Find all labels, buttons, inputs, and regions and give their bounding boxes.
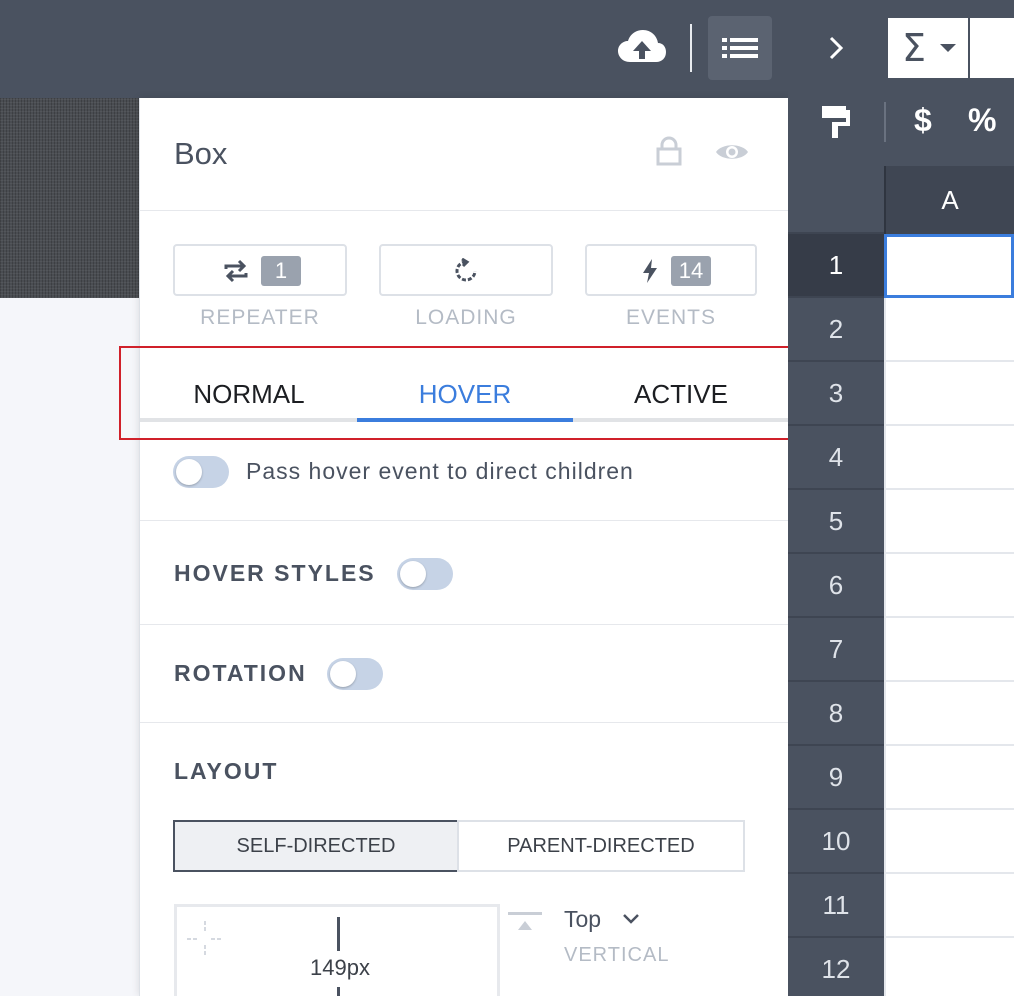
cell[interactable] — [884, 746, 1014, 810]
lightning-icon — [643, 259, 657, 283]
column-header-a[interactable]: A — [884, 166, 1014, 234]
cell[interactable] — [884, 618, 1014, 682]
rotation-title: ROTATION — [174, 660, 307, 686]
cell-a1[interactable] — [884, 234, 1014, 298]
hover-styles-title: HOVER STYLES — [174, 560, 376, 586]
toolbar-divider — [884, 102, 886, 142]
layers-list-button[interactable] — [708, 16, 772, 80]
vertical-dropdown-value[interactable]: Top — [564, 906, 601, 933]
row-header[interactable]: 4 — [788, 426, 884, 490]
sigma-icon: Σ — [902, 26, 927, 70]
row-header[interactable]: 5 — [788, 490, 884, 554]
layout-title: LAYOUT — [174, 758, 279, 784]
divider — [140, 210, 790, 211]
paint-format-icon — [822, 106, 850, 138]
tab-active[interactable]: ACTIVE — [573, 366, 789, 422]
repeat-icon — [224, 259, 248, 283]
row-header[interactable]: 6 — [788, 554, 884, 618]
row-header[interactable]: 1 — [788, 234, 884, 298]
list-icon — [722, 38, 758, 58]
cell[interactable] — [884, 810, 1014, 874]
chevron-right-icon[interactable] — [826, 34, 848, 62]
pass-hover-label: Pass hover event to direct children — [246, 458, 634, 484]
row-header[interactable]: 3 — [788, 362, 884, 426]
pass-hover-toggle[interactable] — [173, 456, 229, 488]
loading-label: LOADING — [415, 306, 517, 329]
events-button[interactable]: 14 — [585, 244, 757, 296]
canvas-area — [0, 298, 140, 996]
cell[interactable] — [884, 426, 1014, 490]
divider — [140, 722, 790, 723]
formula-input[interactable] — [970, 18, 1014, 78]
select-all-corner[interactable] — [788, 166, 884, 234]
tab-normal[interactable]: NORMAL — [141, 366, 357, 422]
top-toolbar — [0, 0, 788, 98]
events-label: EVENTS — [625, 306, 717, 329]
hover-styles-toggle[interactable] — [397, 558, 453, 590]
panel-title: Box — [174, 136, 228, 171]
repeater-button[interactable]: 1 — [173, 244, 347, 296]
crosshair-icon — [187, 921, 223, 957]
top-offset-value[interactable]: 149px — [277, 955, 403, 981]
cell[interactable] — [884, 554, 1014, 618]
align-top-icon — [508, 912, 542, 930]
cell[interactable] — [884, 938, 1014, 996]
rotation-toggle[interactable] — [327, 658, 383, 690]
parent-directed-button[interactable]: PARENT-DIRECTED — [457, 820, 745, 872]
position-box[interactable]: 149px — [174, 904, 500, 996]
events-count-badge: 14 — [671, 256, 711, 286]
loading-button[interactable] — [379, 244, 553, 296]
caret-down-icon — [940, 44, 956, 52]
vertical-label: VERTICAL — [564, 944, 670, 966]
currency-format-button[interactable]: $ — [914, 102, 932, 139]
loading-icon — [455, 258, 477, 282]
cell[interactable] — [884, 874, 1014, 938]
self-directed-button[interactable]: SELF-DIRECTED — [173, 820, 459, 872]
cloud-upload-icon[interactable] — [616, 28, 668, 68]
top-spacing-line — [337, 917, 340, 951]
row-header[interactable]: 11 — [788, 874, 884, 938]
row-header[interactable]: 2 — [788, 298, 884, 362]
toolbar-divider — [690, 24, 692, 72]
repeater-label: REPEATER — [200, 306, 320, 329]
cell[interactable] — [884, 682, 1014, 746]
cell[interactable] — [884, 362, 1014, 426]
cell[interactable] — [884, 490, 1014, 554]
properties-panel: Box 1 REPEATER LOADING 14 EVENTS NORMAL … — [139, 98, 790, 996]
spreadsheet: Σ $ % A 1 2 3 4 5 6 7 8 9 10 11 12 — [788, 0, 1014, 996]
cell[interactable] — [884, 298, 1014, 362]
chevron-down-icon[interactable] — [622, 912, 640, 926]
divider — [140, 624, 790, 625]
percent-format-button[interactable]: % — [968, 102, 996, 139]
row-header[interactable]: 8 — [788, 682, 884, 746]
row-header[interactable]: 7 — [788, 618, 884, 682]
bottom-spacing-line — [337, 987, 340, 996]
sum-function-button[interactable]: Σ — [888, 18, 968, 78]
row-header[interactable]: 9 — [788, 746, 884, 810]
row-header[interactable]: 10 — [788, 810, 884, 874]
divider — [140, 520, 790, 521]
lock-icon[interactable] — [656, 136, 682, 166]
tab-hover[interactable]: HOVER — [357, 366, 573, 422]
row-header[interactable]: 12 — [788, 938, 884, 996]
canvas-background — [0, 98, 140, 298]
repeater-count-badge: 1 — [261, 256, 301, 286]
eye-icon[interactable] — [714, 140, 750, 164]
